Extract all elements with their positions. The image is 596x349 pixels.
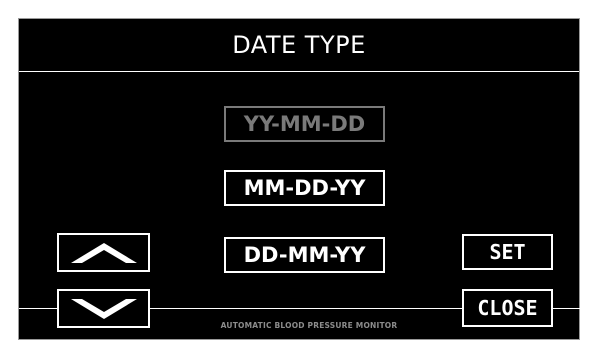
device-footer-label: AUTOMATIC BLOOD PRESSURE MONITOR — [220, 321, 398, 330]
close-button[interactable]: CLOSE — [462, 289, 553, 327]
screen-title: DATE TYPE — [232, 31, 366, 59]
scroll-down-button[interactable] — [57, 289, 150, 328]
chevron-up-icon — [70, 242, 137, 263]
chevron-down-icon — [70, 298, 137, 319]
title-divider — [19, 71, 579, 72]
bottom-divider-left — [19, 308, 57, 309]
set-button[interactable]: SET — [462, 234, 553, 270]
close-button-label: CLOSE — [477, 296, 538, 320]
option-mm-dd-yy[interactable]: MM-DD-YY — [224, 170, 385, 206]
bottom-divider-right — [553, 308, 581, 309]
scroll-up-button[interactable] — [57, 233, 150, 272]
date-type-screen: DATE TYPE YY-MM-DD MM-DD-YY DD-MM-YY SET… — [18, 18, 581, 340]
bottom-divider-center — [150, 308, 462, 309]
option-dd-mm-yy[interactable]: DD-MM-YY — [224, 237, 385, 273]
set-button-label: SET — [489, 240, 526, 264]
option-yy-mm-dd[interactable]: YY-MM-DD — [224, 106, 385, 142]
